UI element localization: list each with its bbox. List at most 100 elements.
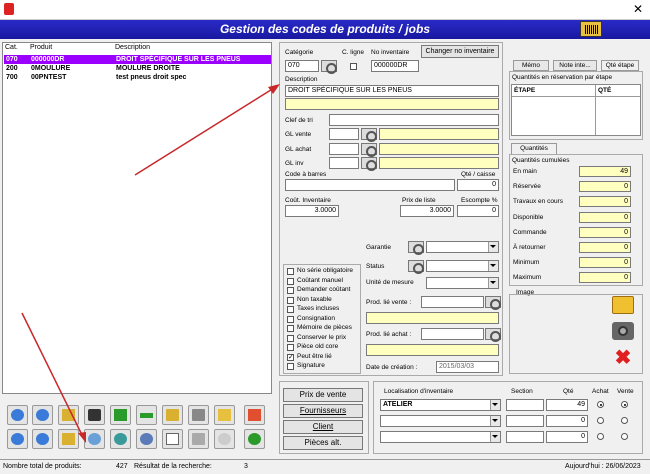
option-checkbox[interactable] [287,277,294,285]
briefcase-icon[interactable] [84,405,105,425]
product-list[interactable]: Cat. Produit Description 070 000000DR DROI… [2,42,272,394]
qty-field[interactable]: 49 [546,399,588,411]
prixliste-field[interactable]: 3.0000 [400,205,454,217]
datecreation-label: Date de création : [366,364,418,371]
section-field[interactable] [506,431,544,443]
table-row[interactable]: 700 00PNTEST test pneus droit spec [4,73,271,82]
nav-back-icon[interactable] [7,429,28,449]
tab-qte-etape[interactable]: Qté étape [601,60,639,71]
add-icon[interactable] [110,405,131,425]
pieces-alt-button[interactable]: Pièces alt. [283,436,363,450]
section-field[interactable] [506,415,544,427]
status-lookup-button[interactable] [408,260,424,274]
cout-field[interactable]: 3.0000 [285,205,339,217]
prodvente-lookup-button[interactable] [485,296,501,310]
nav-first-icon[interactable] [7,405,28,425]
glachat-lookup-button[interactable] [361,143,377,157]
escompte-field[interactable]: 0 [457,205,499,217]
sort-down-icon[interactable] [58,429,79,449]
barcode-icon[interactable] [214,405,235,425]
description-field[interactable]: DROIT SPÉCIFIQUE SUR LES PNEUS [285,85,499,97]
client-button[interactable]: Client [283,420,363,434]
option-checkbox[interactable] [287,268,294,275]
tab-memo[interactable]: Mémo [513,60,549,71]
cell-desc: test pneus droit spec [116,74,187,81]
close-icon[interactable]: ✕ [630,1,646,17]
option-checkbox[interactable] [287,363,294,370]
settings-icon[interactable] [136,429,157,449]
prodachat-lookup-button[interactable] [485,328,501,342]
option-checkbox[interactable] [287,287,294,294]
vente-radio[interactable] [621,401,628,408]
col-header-cat[interactable]: Cat. [5,44,18,54]
disabled-icon[interactable] [214,429,235,449]
prodachat-field[interactable] [421,328,484,340]
option-checkbox[interactable] [287,315,294,323]
change-inventory-button[interactable]: Changer no inventaire [421,45,499,58]
clef-field[interactable] [329,114,499,126]
garantie-lookup-button[interactable] [408,241,424,255]
search-icon[interactable] [84,429,105,449]
cligne-checkbox[interactable] [350,63,357,70]
codebarres-field[interactable] [285,179,455,191]
noinv-field[interactable]: 000000DR [371,60,419,72]
refresh-icon[interactable] [244,429,265,449]
fournisseurs-button[interactable]: Fournisseurs [283,404,363,418]
chevron-down-icon [490,245,496,248]
nav-down-icon[interactable] [32,429,53,449]
glinv-lookup-button[interactable] [361,157,377,171]
description2-field[interactable] [285,98,499,110]
location-dropdown[interactable]: ATELIER [380,399,501,411]
option-checkbox[interactable] [287,334,294,342]
glinv-field[interactable] [329,157,359,169]
table-row[interactable]: 200 0MOULURE MOULURE DROITE [4,64,271,73]
tab-note-interne[interactable]: Note inte... [553,60,597,71]
sort-up-icon[interactable] [58,405,79,425]
location-dropdown[interactable] [380,415,501,427]
description-label: Description [285,76,318,83]
delete-icon[interactable]: ✖ [613,348,633,368]
prodvente-field[interactable] [421,296,484,308]
nav-up-icon[interactable] [32,405,53,425]
table-row[interactable]: 070 000000DR DROIT SPÉCIFIQUE SUR LES PNEU… [4,55,271,64]
lock-icon[interactable] [188,429,209,449]
glachat-field[interactable] [329,143,359,155]
achat-radio[interactable] [597,433,604,440]
option-checkbox[interactable]: ✓ [287,353,294,361]
option-label: Signature [297,362,325,369]
document-icon[interactable] [162,429,183,449]
remove-icon[interactable] [136,405,157,425]
col-header-produit[interactable]: Produit [30,44,52,54]
print-icon[interactable] [188,405,209,425]
option-checkbox[interactable] [287,296,294,304]
vente-radio[interactable] [621,417,628,424]
achat-radio[interactable] [597,401,604,408]
option-checkbox[interactable] [287,325,294,332]
binoculars-icon[interactable] [110,429,131,449]
glvente-lookup-button[interactable] [361,128,377,142]
unite-dropdown[interactable] [426,277,499,289]
qty-field[interactable]: 0 [546,431,588,443]
col-header-description[interactable]: Description [115,44,150,54]
option-checkbox[interactable] [287,344,294,351]
folder-icon[interactable] [612,296,634,314]
page-title: Gestion des codes de produits / jobs [0,20,650,39]
achat-radio[interactable] [597,417,604,424]
categorie-field[interactable]: 070 [285,60,319,72]
reserv-table[interactable]: ÉTAPE QTÉ [511,84,641,136]
status-dropdown[interactable] [426,260,499,272]
categorie-lookup-button[interactable] [321,60,337,74]
exit-icon[interactable] [244,405,265,425]
vente-radio[interactable] [621,433,628,440]
option-checkbox[interactable] [287,306,294,313]
prix-vente-button[interactable]: Prix de vente [283,388,363,402]
option-label: Demander coûtant [297,286,351,293]
section-field[interactable] [506,399,544,411]
garantie-dropdown[interactable] [426,241,499,253]
qtecaisse-field[interactable]: 0 [457,179,499,191]
camera-icon[interactable] [612,322,634,340]
qty-field[interactable]: 0 [546,415,588,427]
location-dropdown[interactable] [380,431,501,443]
save-icon[interactable] [162,405,183,425]
glvente-field[interactable] [329,128,359,140]
